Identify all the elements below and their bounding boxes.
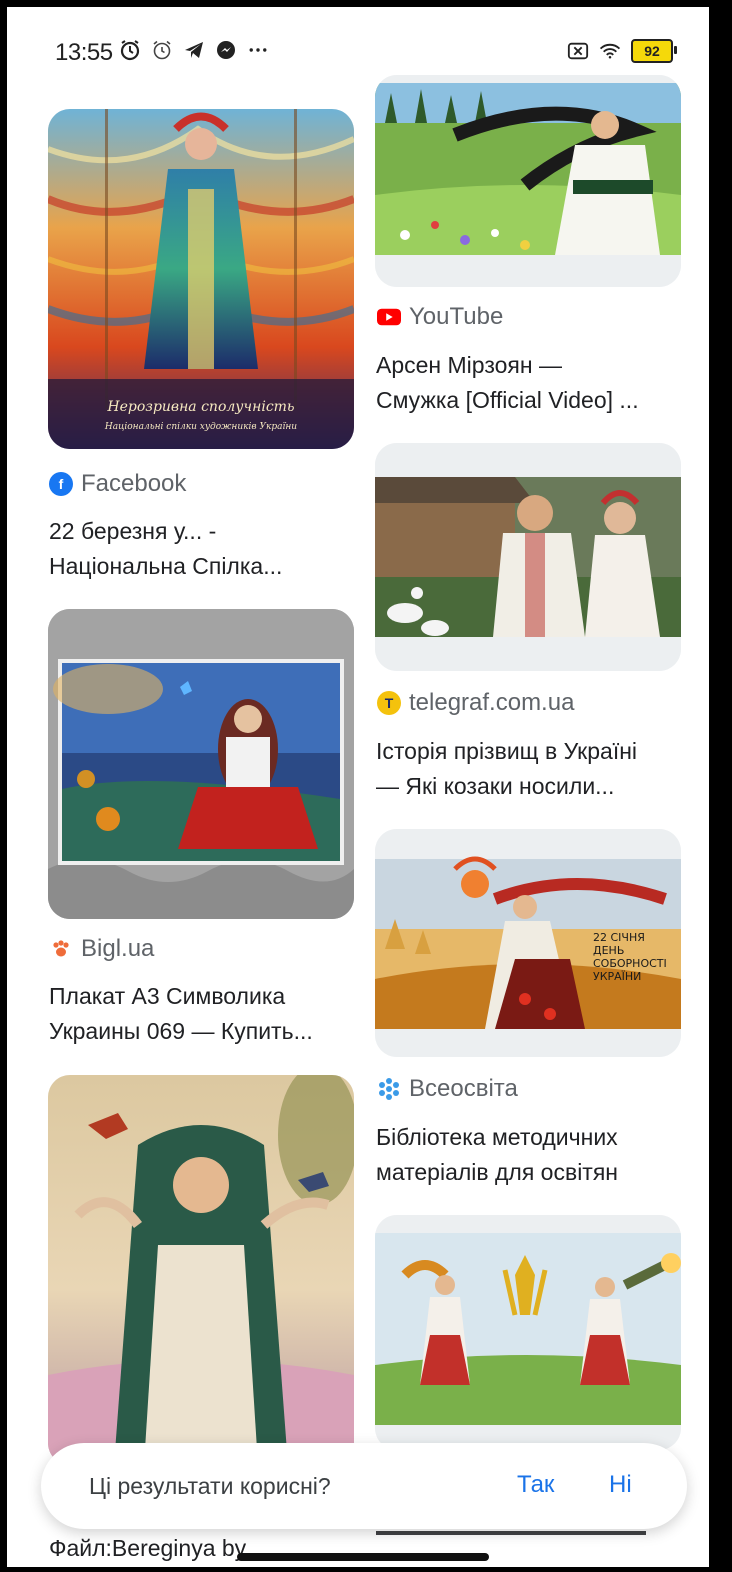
result-image-trident[interactable]	[375, 1215, 681, 1450]
feedback-bar: Ці результати корисні? Так Ні	[41, 1443, 687, 1529]
source-label: Facebook	[81, 470, 187, 497]
more-icon	[247, 39, 269, 61]
result-image-bereginya[interactable]	[48, 1075, 354, 1465]
title-line: Історія прізвищ в Україні	[376, 738, 638, 764]
result-image-telegraf[interactable]	[375, 443, 681, 671]
title-line: 22 березня у... -	[49, 518, 217, 544]
result-source-vseosvita[interactable]: Всеосвіта	[377, 1075, 518, 1103]
result-image-bigl[interactable]	[48, 609, 354, 919]
result-title-facebook[interactable]: 22 березня у... - Національна Спілка...	[49, 514, 359, 584]
field-woman-artwork	[375, 75, 681, 287]
youtube-icon	[377, 305, 401, 329]
result-title-bereginya-peek[interactable]: Файл:Bereginya by	[49, 1535, 246, 1562]
title-line: — Які козаки носили...	[376, 773, 615, 799]
title-line: Смужка [Official Video] ...	[376, 387, 639, 413]
trident-artwork	[375, 1215, 681, 1450]
painting-artwork	[48, 609, 354, 919]
telegraf-icon: T	[377, 691, 401, 715]
gesture-handle[interactable]	[237, 1553, 489, 1561]
status-time: 13:55	[55, 39, 113, 66]
couple-artwork	[375, 443, 681, 671]
result-image-national-union[interactable]: Нерозривна сполучність Національні спілк…	[48, 109, 354, 449]
result-title-vseosvita[interactable]: Бібліотека методичних матеріалів для осв…	[376, 1120, 686, 1190]
title-line: Національна Спілка...	[49, 553, 283, 579]
title-line: матеріалів для освітян	[376, 1159, 618, 1185]
result-title-youtube[interactable]: Арсен Мірзоян — Смужка [Official Video] …	[376, 348, 686, 418]
title-line: Плакат А3 Символика	[49, 983, 286, 1009]
unity-text-line2: ДЕНЬ	[593, 944, 624, 957]
poster-title-line1: Нерозривна сполучність	[106, 399, 294, 415]
status-right-icons: 92	[567, 39, 677, 63]
result-image-youtube[interactable]	[375, 75, 681, 287]
paw-icon	[49, 937, 73, 961]
telegram-icon	[183, 39, 205, 61]
feedback-yes-button[interactable]: Так	[517, 1471, 554, 1499]
title-line: Арсен Мірзоян —	[376, 352, 562, 378]
result-source-facebook[interactable]: f Facebook	[49, 470, 186, 498]
result-source-telegraf[interactable]: T telegraf.com.ua	[377, 689, 574, 717]
unity-text-line4: УКРАЇНИ	[593, 970, 641, 983]
source-label: telegraf.com.ua	[409, 689, 575, 716]
unity-text-line1: 22 СІЧНЯ	[593, 931, 645, 944]
source-label: Всеосвіта	[409, 1075, 518, 1102]
result-title-bigl[interactable]: Плакат А3 Символика Украины 069 — Купить…	[49, 979, 359, 1049]
source-label: Bigl.ua	[81, 935, 155, 962]
alarm-outline-icon	[151, 39, 173, 61]
bereginya-artwork	[48, 1075, 354, 1465]
result-title-telegraf[interactable]: Історія прізвищ в Україні — Які козаки н…	[376, 734, 686, 804]
messenger-icon	[215, 39, 237, 61]
source-label: YouTube	[409, 303, 504, 330]
feedback-no-button[interactable]: Ні	[609, 1471, 632, 1499]
result-source-bigl[interactable]: Bigl.ua	[49, 935, 154, 963]
title-line: Украины 069 — Купить...	[49, 1018, 313, 1044]
result-source-youtube[interactable]: YouTube	[377, 303, 503, 331]
alarm-icon	[119, 39, 141, 61]
unity-day-artwork: 22 СІЧНЯ ДЕНЬ СОБОРНОСТІ УКРАЇНИ	[375, 829, 681, 1057]
result-image-vseosvita[interactable]: 22 СІЧНЯ ДЕНЬ СОБОРНОСТІ УКРАЇНИ	[375, 829, 681, 1057]
poster-artwork: Нерозривна сполучність Національні спілк…	[48, 109, 354, 449]
status-left-icons	[119, 39, 269, 61]
feedback-question: Ці результати корисні?	[89, 1473, 331, 1499]
unity-text-line3: СОБОРНОСТІ	[593, 957, 667, 970]
no-sim-icon	[567, 40, 589, 62]
snowflake-icon	[377, 1077, 401, 1101]
facebook-icon: f	[49, 472, 73, 496]
wifi-icon	[599, 40, 621, 62]
battery-icon: 92	[631, 39, 677, 63]
poster-title-line2: Національні спілки художників України	[104, 422, 297, 432]
title-line: Бібліотека методичних	[376, 1124, 618, 1150]
screen: 13:55 92 Нерозривна сполучність Націонал…	[7, 7, 709, 1567]
